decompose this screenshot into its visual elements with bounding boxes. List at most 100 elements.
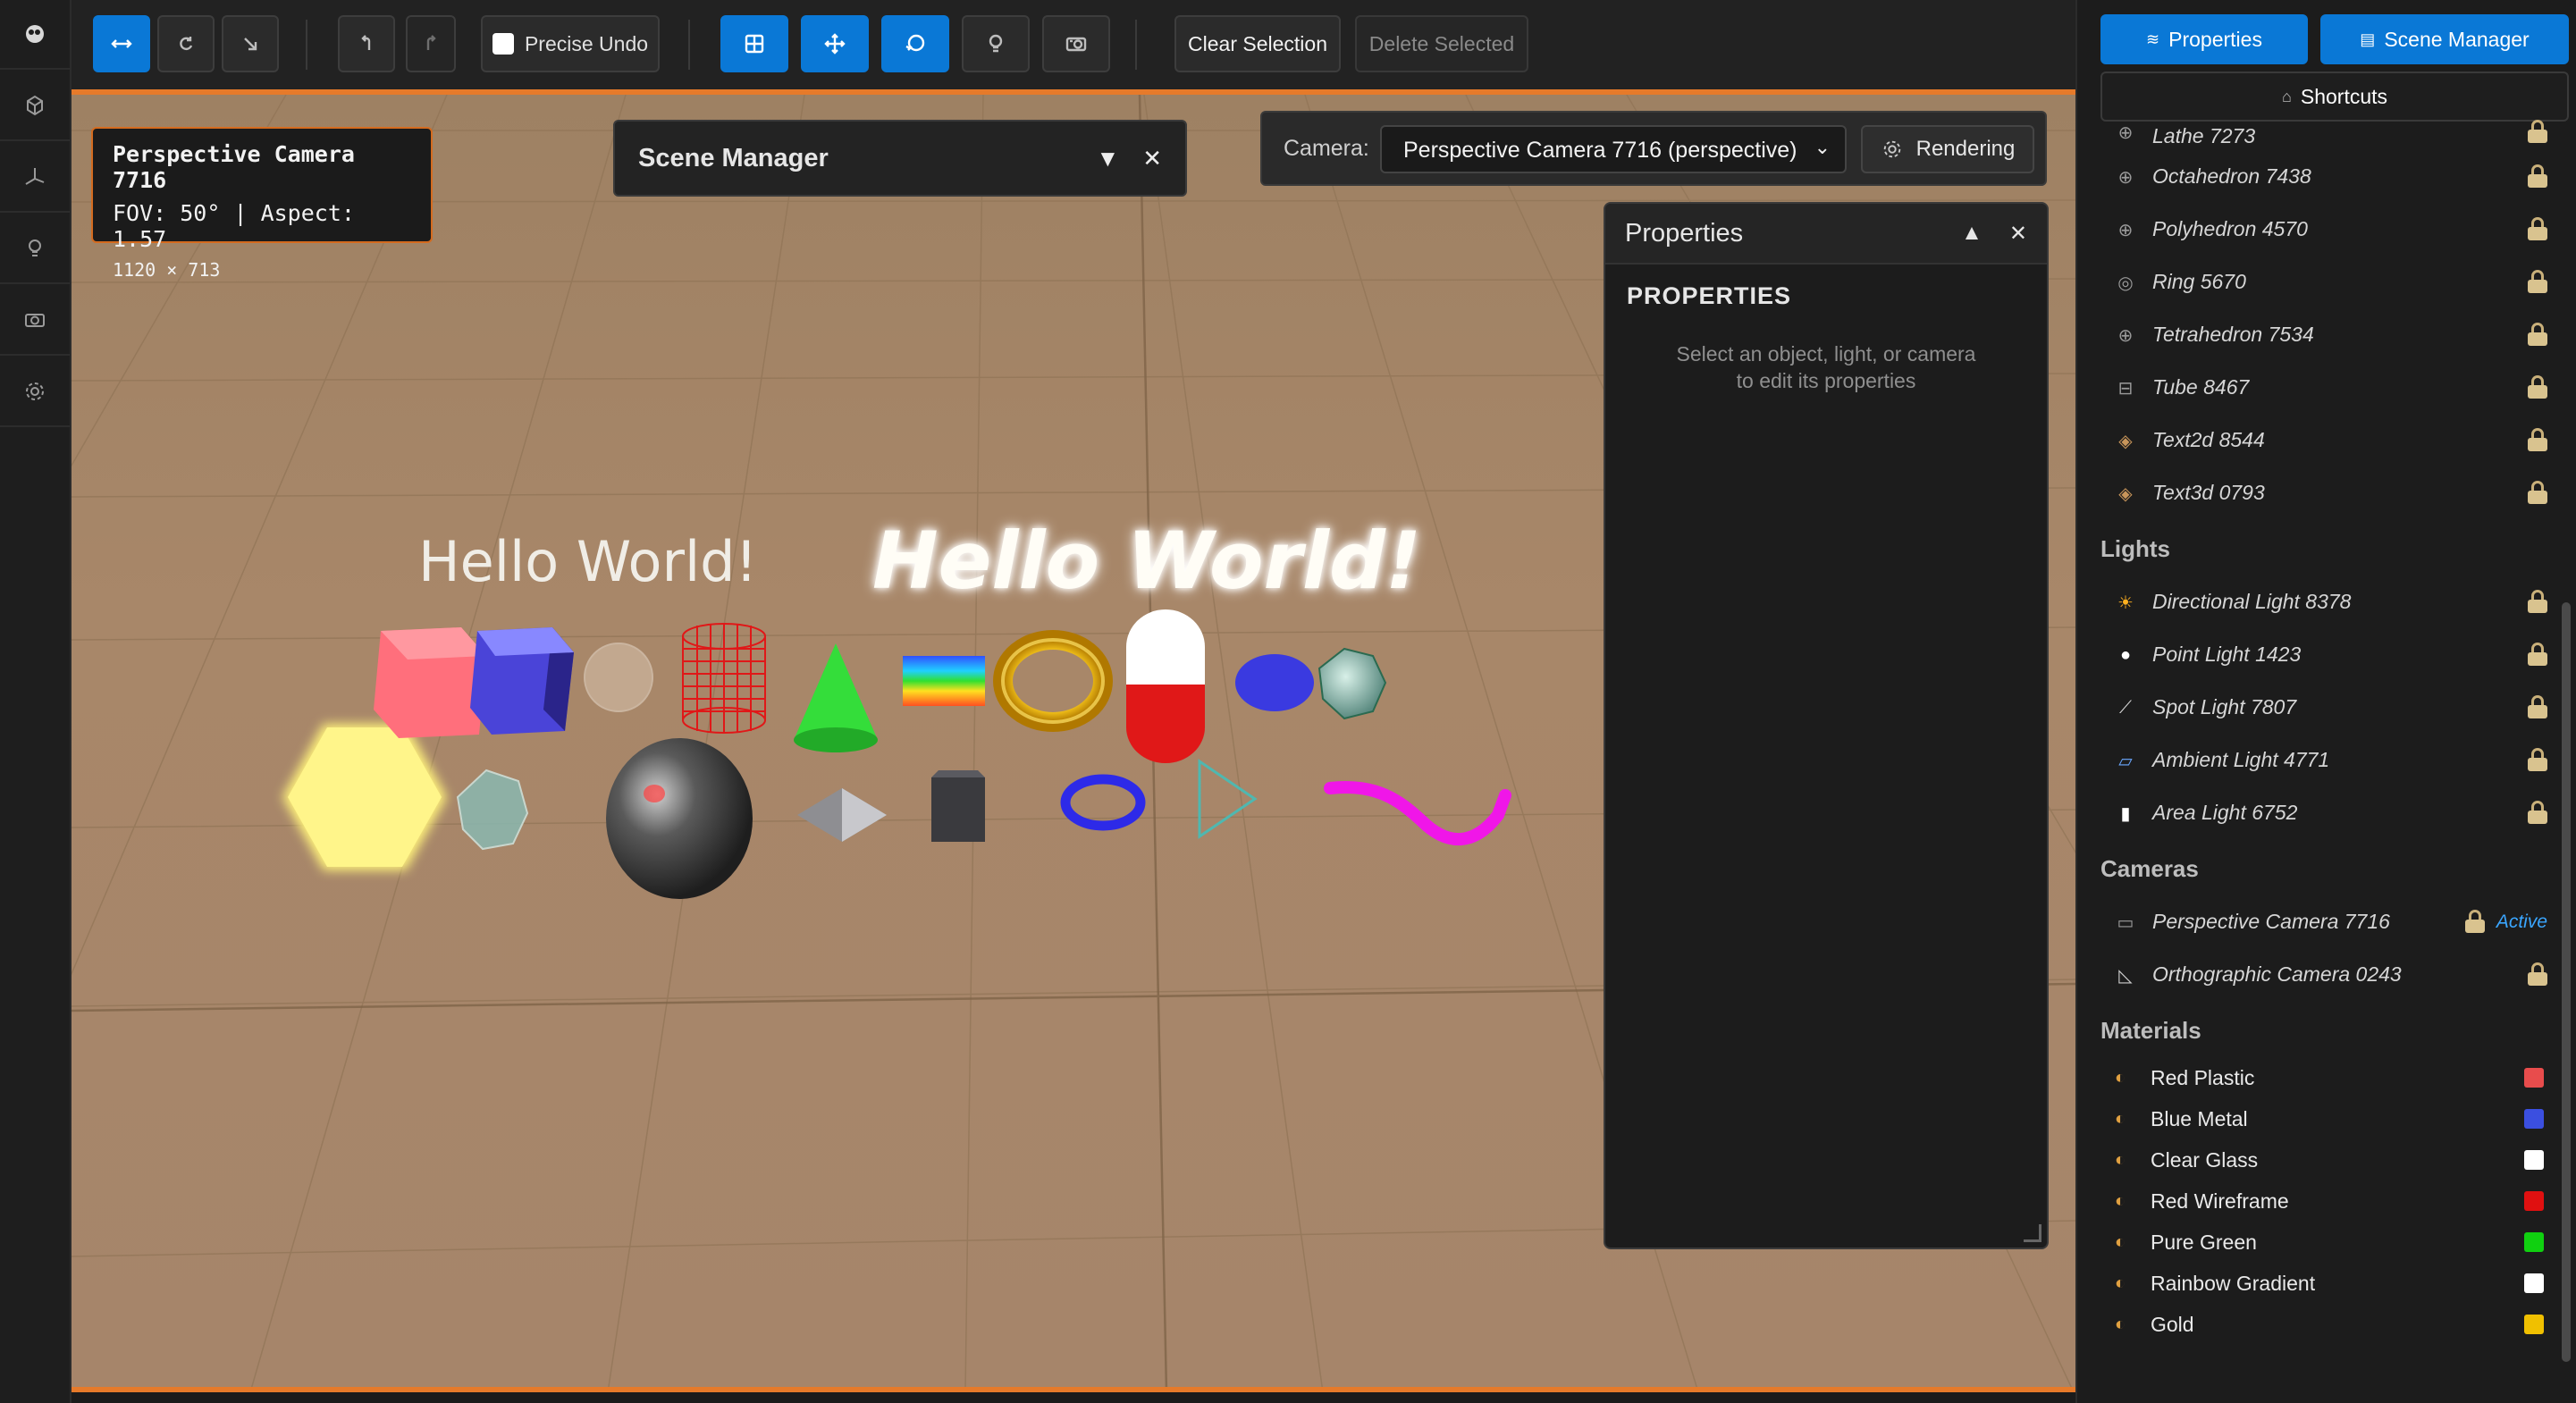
lock-icon[interactable] — [2528, 270, 2547, 293]
lock-icon[interactable] — [2528, 481, 2547, 504]
light-label: Ambient Light 4771 — [2152, 748, 2330, 771]
green-cone-base — [794, 727, 878, 752]
collapse-up-icon[interactable]: ▲ — [1961, 221, 1983, 246]
precise-undo-checkbox[interactable] — [492, 33, 514, 55]
lock-icon[interactable] — [2528, 748, 2547, 771]
lock-icon[interactable] — [2528, 962, 2547, 986]
magenta-tube[interactable] — [1324, 780, 1511, 846]
logo-icon[interactable] — [0, 0, 70, 70]
lock-icon[interactable] — [2528, 590, 2547, 613]
list-item[interactable]: ◺ Orthographic Camera 0243 — [2100, 948, 2547, 1001]
lock-icon[interactable] — [2528, 643, 2547, 666]
materials-section-title: Materials — [2100, 1017, 2201, 1044]
grid-view-button[interactable] — [720, 15, 788, 72]
camera-dropdown[interactable]: Perspective Camera 7716 (perspective) ⌄ — [1380, 125, 1847, 173]
material-item[interactable]: ◐ Pure Green — [2100, 1222, 2547, 1263]
list-item[interactable]: ⊕ Lathe 7273 — [2100, 116, 2547, 150]
material-item[interactable]: ◐ Red Plastic — [2100, 1057, 2547, 1098]
scene-manager-tab[interactable]: ▤ Scene Manager — [2320, 14, 2569, 64]
ambient-icon: ▱ — [2118, 751, 2133, 771]
lock-icon[interactable] — [2528, 801, 2547, 824]
delete-selected-button[interactable]: Delete Selected — [1355, 15, 1528, 72]
light-bulb-icon[interactable] — [0, 214, 70, 284]
add-camera-button[interactable] — [1042, 15, 1110, 72]
collapse-triangle-icon[interactable]: ▼ — [1096, 145, 1119, 172]
lock-icon[interactable] — [2528, 217, 2547, 240]
green-dodecahedron[interactable] — [1317, 647, 1387, 720]
axis-icon[interactable] — [0, 143, 70, 213]
shortcuts-label: Shortcuts — [2300, 84, 2388, 108]
sidebar-scrollbar[interactable] — [2562, 602, 2571, 1362]
gold-torus-highlight — [1001, 638, 1105, 724]
capsule-lower[interactable] — [1126, 685, 1205, 763]
dark-cube[interactable] — [931, 777, 985, 842]
lock-icon[interactable] — [2528, 428, 2547, 451]
lock-icon[interactable] — [2528, 695, 2547, 718]
metal-sphere[interactable] — [606, 738, 753, 899]
settings-gear-icon[interactable] — [0, 357, 70, 427]
octahedron-lit-face — [842, 788, 887, 842]
material-label: Pure Green — [2151, 1230, 2257, 1254]
lock-icon[interactable] — [2528, 323, 2547, 346]
lock-icon[interactable] — [2528, 375, 2547, 399]
transform-gizmo-button[interactable] — [801, 15, 869, 72]
resize-handle[interactable] — [2024, 1224, 2041, 1242]
scale-tool-button[interactable] — [222, 15, 279, 72]
close-icon[interactable]: ✕ — [2009, 221, 2027, 247]
lock-icon[interactable] — [2465, 910, 2485, 933]
cube-icon[interactable] — [0, 71, 70, 141]
redo-button[interactable] — [406, 15, 456, 72]
add-light-button[interactable] — [962, 15, 1030, 72]
rendering-button[interactable]: Rendering — [1861, 125, 2034, 173]
lock-icon[interactable] — [2528, 120, 2547, 143]
shortcuts-button[interactable]: ⌂ Shortcuts — [2100, 71, 2569, 122]
rotate-tool-button[interactable] — [157, 15, 215, 72]
camera-info-name: Perspective Camera 7716 — [113, 141, 355, 193]
green-cone[interactable] — [794, 643, 878, 740]
close-icon[interactable]: ✕ — [1142, 145, 1162, 172]
list-item[interactable]: ◈ Text2d 8544 — [2100, 414, 2547, 466]
capsule-upper[interactable] — [1126, 609, 1205, 685]
glass-sphere[interactable] — [584, 643, 653, 712]
list-item[interactable]: ▱ Ambient Light 4771 — [2100, 734, 2547, 786]
list-item[interactable]: ◈ Text3d 0793 — [2100, 466, 2547, 519]
glass-icosahedron[interactable] — [456, 769, 529, 851]
text3d-hello-world[interactable]: Hello World! — [872, 515, 1421, 607]
red-wireframe-cylinder[interactable] — [682, 623, 766, 734]
undo-button[interactable] — [338, 15, 395, 72]
list-item[interactable]: ▮ Area Light 6752 — [2100, 786, 2547, 839]
move-tool-button[interactable] — [93, 15, 150, 72]
list-item[interactable]: ⊕ Octahedron 7438 — [2100, 150, 2547, 203]
list-item[interactable]: ▭ Perspective Camera 7716 Active — [2100, 895, 2547, 948]
properties-panel-header[interactable]: Properties ▲ ✕ — [1605, 204, 2047, 265]
camera-icon[interactable] — [0, 286, 70, 356]
precise-undo-toggle[interactable]: Precise Undo — [481, 15, 660, 72]
material-item[interactable]: ◐ Rainbow Gradient — [2100, 1263, 2547, 1304]
list-item[interactable]: ◎ Ring 5670 — [2100, 256, 2547, 308]
material-item[interactable]: ◐ Gold — [2100, 1304, 2547, 1345]
clear-selection-button[interactable]: Clear Selection — [1174, 15, 1341, 72]
blue-ring[interactable] — [1060, 774, 1146, 831]
list-item[interactable]: ● Point Light 1423 — [2100, 628, 2547, 681]
material-item[interactable]: ◐ Clear Glass — [2100, 1139, 2547, 1180]
scene-manager-panel[interactable]: Scene Manager ▼ ✕ — [613, 120, 1187, 197]
material-item[interactable]: ◐ Blue Metal — [2100, 1098, 2547, 1139]
list-item[interactable]: ⊟ Tube 8467 — [2100, 361, 2547, 414]
list-item[interactable]: ⊕ Tetrahedron 7534 — [2100, 308, 2547, 361]
tetrahedron-outline[interactable] — [1198, 759, 1258, 839]
list-item[interactable]: ⟋ Spot Light 7807 — [2100, 681, 2547, 734]
list-item[interactable]: ⊕ Polyhedron 4570 — [2100, 203, 2547, 256]
lock-icon[interactable] — [2528, 164, 2547, 188]
precise-undo-label: Precise Undo — [524, 31, 649, 55]
text2d-hello-world[interactable]: Hello World! — [418, 529, 757, 594]
object-label: Text2d 8544 — [2152, 428, 2265, 451]
properties-tab-label: Properties — [2168, 27, 2262, 51]
blue-circle[interactable] — [1235, 654, 1314, 711]
bulb-icon: ● — [2119, 644, 2132, 665]
material-item[interactable]: ◐ Red Wireframe — [2100, 1180, 2547, 1222]
orbit-button[interactable] — [881, 15, 949, 72]
list-item[interactable]: ☀ Directional Light 8378 — [2100, 575, 2547, 628]
properties-tab[interactable]: ≋ Properties — [2100, 14, 2308, 64]
light-label: Point Light 1423 — [2152, 643, 2302, 666]
camera-icon: ▭ — [2117, 912, 2134, 933]
